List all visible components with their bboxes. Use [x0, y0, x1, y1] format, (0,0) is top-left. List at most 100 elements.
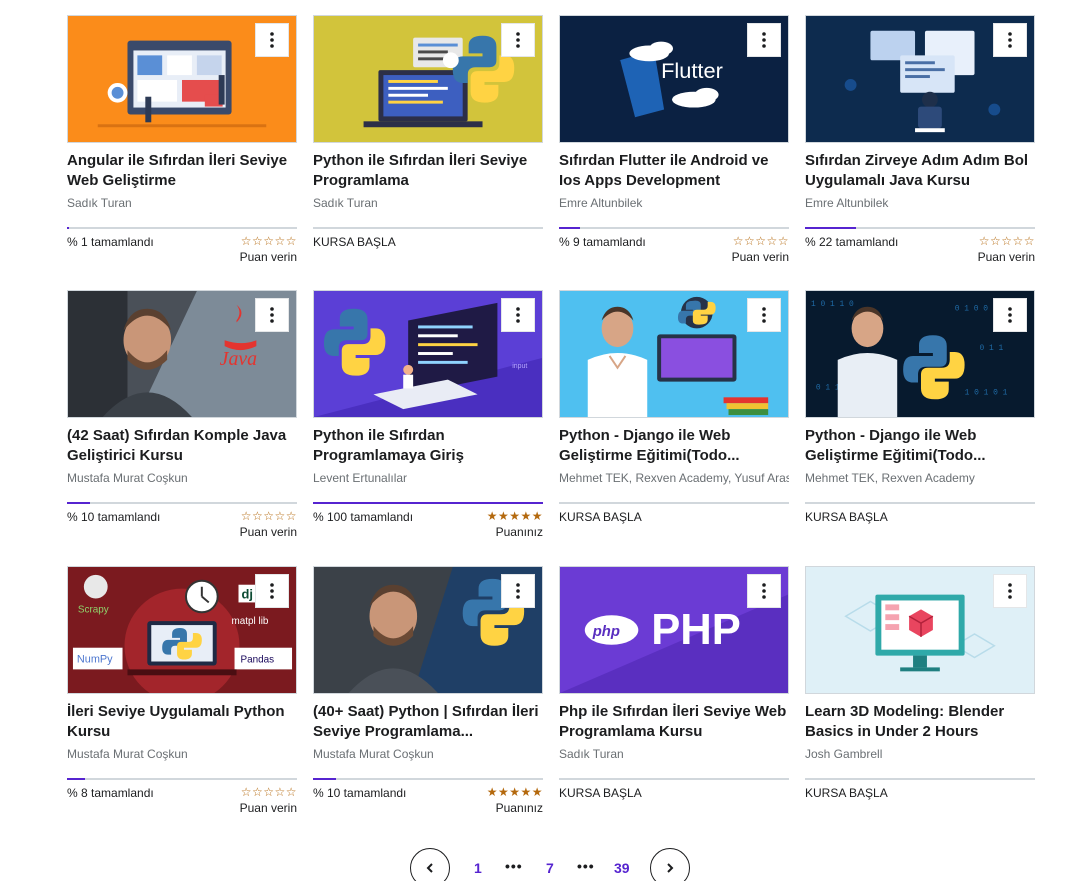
- next-page-button[interactable]: [650, 848, 690, 881]
- progress-bar: [559, 778, 789, 780]
- rating-stars[interactable]: ☆☆☆☆☆: [979, 234, 1035, 248]
- progress-bar: [805, 502, 1035, 504]
- svg-text:php: php: [592, 624, 620, 640]
- page-1-link[interactable]: 1: [474, 860, 482, 876]
- course-menu-button[interactable]: [993, 298, 1027, 332]
- course-card[interactable]: (40+ Saat) Python | Sıfırdan İleri Seviy…: [313, 566, 543, 826]
- course-title[interactable]: (40+ Saat) Python | Sıfırdan İleri Seviy…: [313, 702, 543, 742]
- course-card[interactable]: Angular ile Sıfırdan İleri Seviye Web Ge…: [67, 15, 297, 275]
- start-course-link[interactable]: KURSA BAŞLA: [559, 786, 642, 800]
- course-author: Mehmet TEK, Rexven Academy: [805, 471, 975, 485]
- pagination-ellipsis: •••: [505, 858, 523, 874]
- course-card[interactable]: php PHP Php ile Sıfırdan İleri Seviye We…: [559, 566, 789, 826]
- course-title[interactable]: Python ile Sıfırdan İleri Seviye Program…: [313, 151, 543, 191]
- rating-label[interactable]: Puan verin: [240, 801, 297, 815]
- course-card[interactable]: input Python ile Sıfırdan Programlamaya …: [313, 290, 543, 550]
- course-author: Mustafa Murat Coşkun: [313, 747, 434, 761]
- course-title[interactable]: Python - Django ile Web Geliştirme Eğiti…: [805, 426, 1035, 466]
- svg-text:0 1 1: 0 1 1: [979, 344, 1003, 353]
- svg-text:dj: dj: [241, 587, 252, 602]
- svg-text:Pandas: Pandas: [240, 655, 274, 666]
- start-course-link[interactable]: KURSA BAŞLA: [805, 786, 888, 800]
- more-vertical-icon: [516, 307, 520, 323]
- course-menu-button[interactable]: [255, 23, 289, 57]
- more-vertical-icon: [1008, 583, 1012, 599]
- more-vertical-icon: [762, 307, 766, 323]
- course-title[interactable]: Python ile Sıfırdan Programlamaya Giriş: [313, 426, 543, 466]
- course-menu-button[interactable]: [255, 574, 289, 608]
- rating-stars[interactable]: ★★★★★: [487, 509, 543, 523]
- start-course-link[interactable]: KURSA BAŞLA: [805, 510, 888, 524]
- progress-bar: [805, 227, 1035, 229]
- course-author: Sadık Turan: [559, 747, 624, 761]
- course-menu-button[interactable]: [501, 23, 535, 57]
- course-menu-button[interactable]: [501, 574, 535, 608]
- rating-label[interactable]: Puan verin: [732, 250, 789, 264]
- progress-fill: [67, 778, 86, 780]
- course-title[interactable]: Learn 3D Modeling: Blender Basics in Und…: [805, 702, 1035, 742]
- rating-stars[interactable]: ☆☆☆☆☆: [733, 234, 789, 248]
- course-card[interactable]: Learn 3D Modeling: Blender Basics in Und…: [805, 566, 1035, 826]
- progress-fill: [313, 502, 543, 504]
- more-vertical-icon: [762, 32, 766, 48]
- course-title[interactable]: Python - Django ile Web Geliştirme Eğiti…: [559, 426, 789, 466]
- course-title[interactable]: (42 Saat) Sıfırdan Komple Java Geliştiri…: [67, 426, 297, 466]
- course-menu-button[interactable]: [255, 298, 289, 332]
- course-menu-button[interactable]: [747, 574, 781, 608]
- rating-label[interactable]: Puanınız: [496, 525, 543, 539]
- progress-bar: [67, 227, 297, 229]
- progress-bar: [313, 502, 543, 504]
- pagination-ellipsis: •••: [577, 858, 595, 874]
- course-menu-button[interactable]: [501, 298, 535, 332]
- course-status: % 8 tamamlandı: [67, 786, 154, 800]
- course-menu-button[interactable]: [993, 574, 1027, 608]
- course-title[interactable]: Sıfırdan Zirveye Adım Adım Bol Uygulamal…: [805, 151, 1035, 191]
- svg-text:Scrapy: Scrapy: [78, 604, 109, 615]
- rating-label[interactable]: Puan verin: [240, 250, 297, 264]
- course-menu-button[interactable]: [747, 298, 781, 332]
- svg-text:Java: Java: [220, 348, 258, 370]
- course-author: Emre Altunbilek: [559, 196, 643, 210]
- course-status: % 22 tamamlandı: [805, 235, 899, 249]
- more-vertical-icon: [270, 583, 274, 599]
- progress-bar: [313, 778, 543, 780]
- course-status: % 10 tamamlandı: [67, 510, 161, 524]
- rating-stars[interactable]: ☆☆☆☆☆: [241, 785, 297, 799]
- course-status: % 9 tamamlandı: [559, 235, 646, 249]
- course-title[interactable]: Php ile Sıfırdan İleri Seviye Web Progra…: [559, 702, 789, 742]
- course-title[interactable]: Angular ile Sıfırdan İleri Seviye Web Ge…: [67, 151, 297, 191]
- course-author: Mustafa Murat Coşkun: [67, 747, 188, 761]
- previous-page-button[interactable]: [410, 848, 450, 881]
- course-title[interactable]: Sıfırdan Flutter ile Android ve Ios Apps…: [559, 151, 789, 191]
- start-course-link[interactable]: KURSA BAŞLA: [559, 510, 642, 524]
- course-card[interactable]: Sıfırdan Zirveye Adım Adım Bol Uygulamal…: [805, 15, 1035, 275]
- progress-fill: [67, 502, 90, 504]
- course-author: Sadık Turan: [313, 196, 378, 210]
- current-page[interactable]: 7: [546, 860, 554, 876]
- pagination: 1 ••• 7 ••• 39: [0, 848, 1068, 881]
- rating-stars[interactable]: ☆☆☆☆☆: [241, 509, 297, 523]
- course-card[interactable]: 1 0 1 1 00 1 0 0 1 1 0 1 1 01 0 1 0 1 0 …: [805, 290, 1035, 550]
- progress-fill: [67, 227, 70, 229]
- rating-label[interactable]: Puanınız: [496, 801, 543, 815]
- course-title[interactable]: İleri Seviye Uygulamalı Python Kursu: [67, 702, 297, 742]
- svg-text:1 0 1 0 1: 1 0 1 0 1: [965, 388, 1008, 397]
- start-course-link[interactable]: KURSA BAŞLA: [313, 235, 396, 249]
- course-author: Levent Ertunalılar: [313, 471, 408, 485]
- rating-label[interactable]: Puan verin: [240, 525, 297, 539]
- course-card[interactable]: Python - Django ile Web Geliştirme Eğiti…: [559, 290, 789, 550]
- course-card[interactable]: Python ile Sıfırdan İleri Seviye Program…: [313, 15, 543, 275]
- course-card[interactable]: Scrapy dj matpl lib NumPy Pandas İleri S…: [67, 566, 297, 826]
- course-menu-button[interactable]: [747, 23, 781, 57]
- course-menu-button[interactable]: [993, 23, 1027, 57]
- progress-bar: [67, 502, 297, 504]
- course-card[interactable]: Flutter Sıfırdan Flutter ile Android ve …: [559, 15, 789, 275]
- course-author: Josh Gambrell: [805, 747, 883, 761]
- rating-stars[interactable]: ★★★★★: [487, 785, 543, 799]
- last-page-link[interactable]: 39: [614, 860, 630, 876]
- course-status: % 10 tamamlandı: [313, 786, 407, 800]
- progress-bar: [559, 227, 789, 229]
- rating-label[interactable]: Puan verin: [978, 250, 1035, 264]
- course-card[interactable]: Java (42 Saat) Sıfırdan Komple Java Geli…: [67, 290, 297, 550]
- rating-stars[interactable]: ☆☆☆☆☆: [241, 234, 297, 248]
